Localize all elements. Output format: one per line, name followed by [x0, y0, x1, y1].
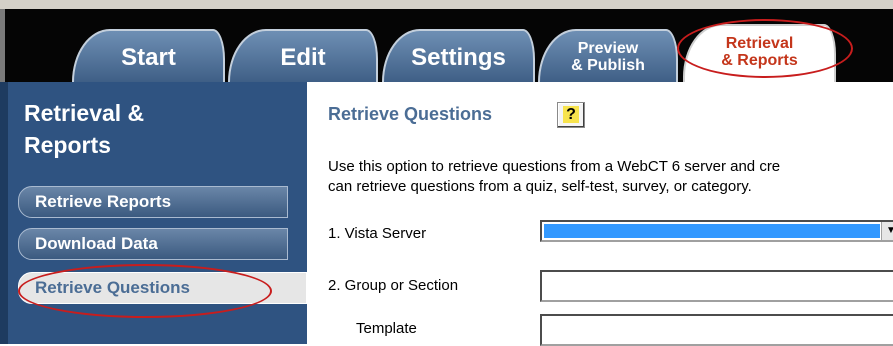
- tab-settings[interactable]: Settings: [382, 29, 535, 82]
- template-label: Template: [356, 320, 417, 337]
- description-line1: Use this option to retrieve questions fr…: [328, 158, 781, 175]
- dropdown-arrow-icon[interactable]: ▼: [881, 222, 893, 240]
- tab-start-label: Start: [121, 44, 176, 71]
- tab-preview-label-line1: Preview: [577, 40, 639, 57]
- sidebar-title: Retrieval & Reports: [24, 97, 144, 161]
- vista-server-select[interactable]: ▼: [540, 220, 893, 242]
- sidebar-title-line1: Retrieval &: [24, 100, 145, 126]
- description: Use this option to retrieve questions fr…: [328, 157, 893, 197]
- sidebar-edge: [0, 82, 8, 344]
- tab-preview-label-line2: & Publish: [571, 57, 645, 74]
- tab-preview-publish[interactable]: Preview & Publish: [538, 29, 678, 82]
- help-button[interactable]: ?: [557, 102, 585, 128]
- vista-server-selected-value: [544, 224, 880, 238]
- window-top-strip: [0, 0, 893, 9]
- tab-edit-label: Edit: [280, 44, 326, 71]
- tab-bar-edge: [0, 9, 5, 82]
- sidebar-item-retrieve-questions[interactable]: Retrieve Questions: [18, 272, 307, 304]
- sidebar-item-label: Retrieve Reports: [35, 192, 172, 211]
- description-line2: can retrieve questions from a quiz, self…: [328, 178, 752, 195]
- tab-bar: Start Edit Settings Preview & Publish Re…: [0, 9, 893, 82]
- tab-retrieval-label-line2: & Reports: [721, 52, 798, 69]
- sidebar-title-line2: Reports: [24, 132, 111, 158]
- sidebar-item-label: Retrieve Questions: [35, 278, 190, 297]
- main-panel: Retrieve Questions ? Use this option to …: [307, 82, 893, 346]
- group-section-field[interactable]: [540, 270, 893, 302]
- tab-retrieval-reports[interactable]: Retrieval & Reports: [683, 24, 836, 82]
- sidebar: Retrieval & Reports Retrieve Reports Dow…: [0, 82, 307, 344]
- tab-retrieval-label-line1: Retrieval: [725, 35, 794, 52]
- template-field[interactable]: [540, 314, 893, 346]
- group-section-label: 2. Group or Section: [328, 277, 459, 294]
- sidebar-item-retrieve-reports[interactable]: Retrieve Reports: [18, 186, 288, 218]
- vista-server-label: 1. Vista Server: [328, 225, 427, 242]
- tab-settings-label: Settings: [411, 44, 506, 71]
- sidebar-item-label: Download Data: [35, 234, 158, 253]
- tab-edit[interactable]: Edit: [228, 29, 378, 82]
- help-icon: ?: [563, 106, 579, 123]
- page-title: Retrieve Questions: [328, 104, 493, 124]
- sidebar-item-download-data[interactable]: Download Data: [18, 228, 288, 260]
- tab-start[interactable]: Start: [72, 29, 225, 82]
